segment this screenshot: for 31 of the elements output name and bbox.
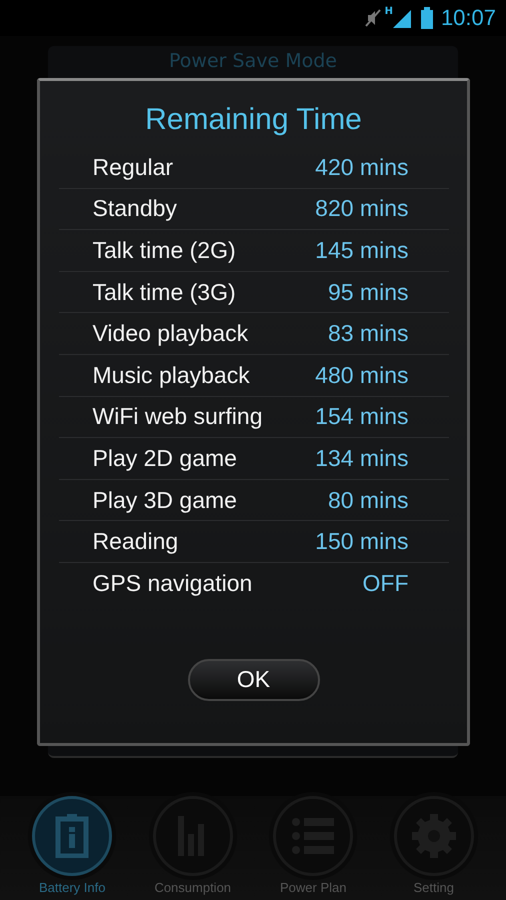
row-value: 820 mins bbox=[315, 195, 408, 222]
row-label: Play 2D game bbox=[92, 444, 237, 472]
ok-button[interactable]: OK bbox=[188, 658, 320, 701]
battery-icon bbox=[55, 814, 90, 858]
row-label: Video playback bbox=[92, 320, 248, 348]
row-value: 145 mins bbox=[315, 236, 408, 264]
clock: 10:07 bbox=[440, 4, 496, 31]
row-value: 150 mins bbox=[315, 528, 408, 556]
row-value: 95 mins bbox=[328, 278, 408, 306]
row-value: 134 mins bbox=[315, 444, 408, 472]
row-label: Music playback bbox=[92, 362, 250, 389]
row-value: 480 mins bbox=[315, 362, 408, 389]
mute-icon bbox=[364, 8, 381, 28]
signal-icon bbox=[392, 8, 411, 28]
row-value: 154 mins bbox=[315, 403, 408, 430]
row-label: Talk time (3G) bbox=[92, 278, 236, 306]
row-value: OFF bbox=[362, 570, 408, 598]
row-value: 80 mins bbox=[328, 486, 408, 514]
row-value: 83 mins bbox=[328, 320, 408, 348]
row-label: WiFi web surfing bbox=[92, 403, 262, 430]
row-value: 420 mins bbox=[315, 154, 408, 181]
dialog-title: Remaining Time bbox=[145, 103, 362, 137]
network-type: H bbox=[384, 6, 393, 17]
row-label: Standby bbox=[92, 195, 177, 222]
row-label: Reading bbox=[92, 528, 178, 556]
row-label: Talk time (2G) bbox=[92, 236, 236, 264]
panel-title: Power Save Mode bbox=[169, 50, 337, 72]
row-label: Play 3D game bbox=[92, 486, 237, 514]
row-label: GPS navigation bbox=[92, 570, 252, 598]
row-label: Regular bbox=[92, 154, 174, 181]
battery-icon bbox=[420, 6, 433, 29]
